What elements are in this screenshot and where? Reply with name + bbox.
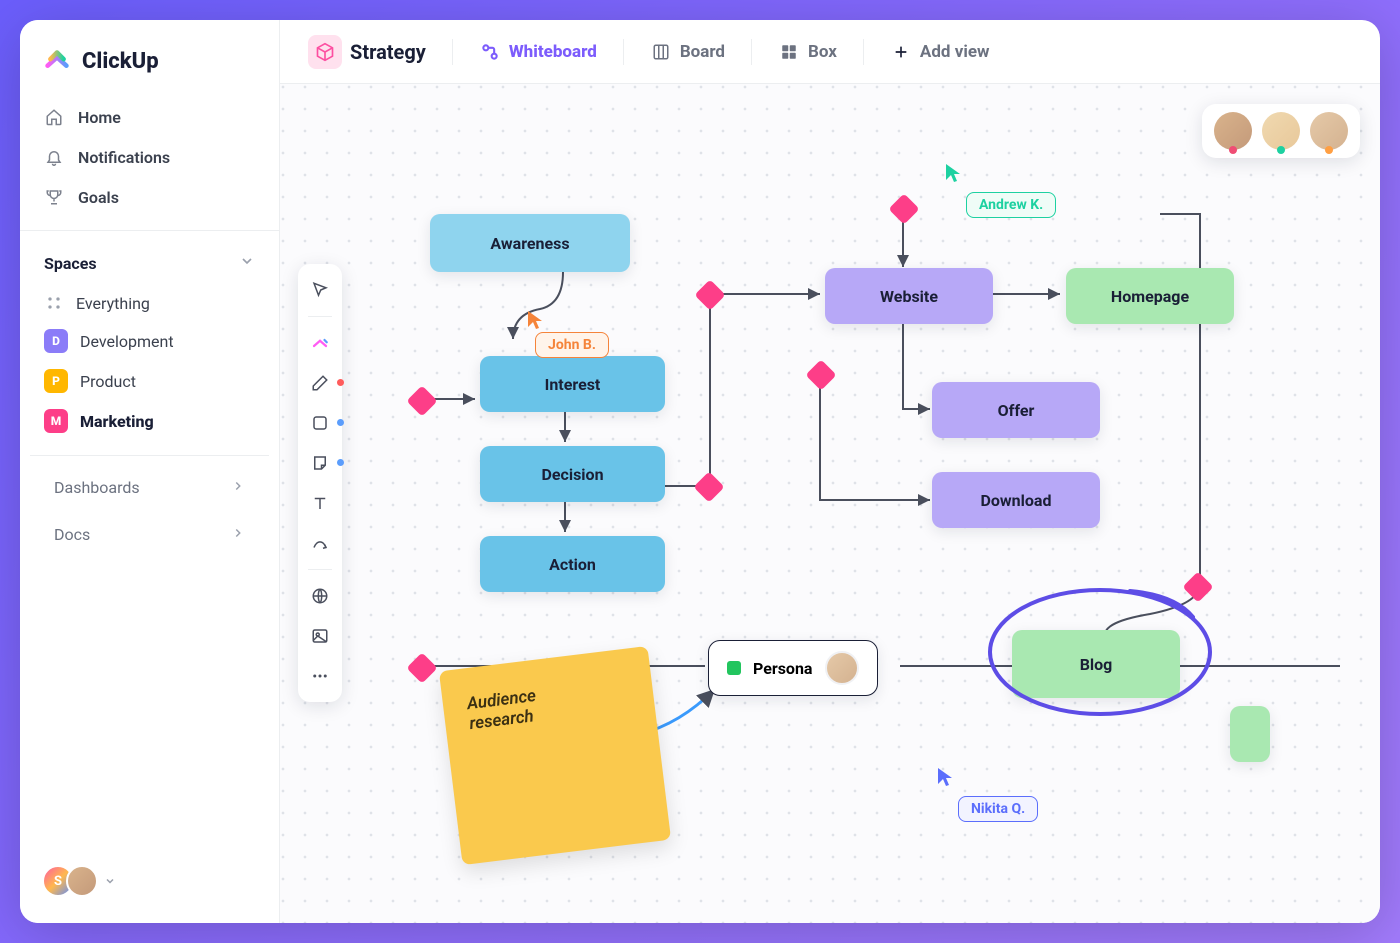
board-icon <box>650 41 672 63</box>
space-badge-d: D <box>44 329 68 353</box>
space-marketing[interactable]: M Marketing <box>30 401 269 441</box>
clickup-logo-icon <box>42 46 72 76</box>
cursor-label-andrew: Andrew K. <box>966 192 1056 218</box>
chevron-down-icon <box>104 872 116 891</box>
plus-icon <box>890 41 912 63</box>
nav-docs-label: Docs <box>54 525 90 544</box>
chevron-down-icon <box>239 253 255 273</box>
nav-goals[interactable]: Goals <box>30 178 269 216</box>
cursor-icon <box>944 162 962 184</box>
tool-text[interactable] <box>302 485 338 521</box>
tool-connector[interactable] <box>302 525 338 561</box>
cursor-label-nikita: Nikita Q. <box>958 796 1038 822</box>
spaces-title: Spaces <box>44 254 97 273</box>
home-icon <box>44 107 64 127</box>
tab-box[interactable]: Box <box>774 35 841 69</box>
tool-image[interactable] <box>302 618 338 654</box>
separator <box>751 39 752 65</box>
tool-shape[interactable] <box>302 405 338 441</box>
space-selector[interactable]: Strategy <box>304 29 430 75</box>
nav-notifications[interactable]: Notifications <box>30 138 269 176</box>
nav-dashboards-label: Dashboards <box>54 478 140 497</box>
user-avatar-secondary <box>66 865 98 897</box>
sticky-note[interactable]: Audience research <box>439 646 671 865</box>
node-partial-green[interactable] <box>1230 706 1270 762</box>
nav-dashboards[interactable]: Dashboards <box>30 464 269 511</box>
node-website[interactable]: Website <box>825 268 993 324</box>
node-decision[interactable]: Decision <box>480 446 665 502</box>
tab-board-label: Board <box>680 42 725 62</box>
primary-nav: Home Notifications Goals <box>20 98 279 231</box>
grid-dots-icon <box>44 293 64 313</box>
persona-avatar <box>825 651 859 685</box>
trophy-icon <box>44 187 64 207</box>
secondary-nav: Dashboards Docs <box>30 455 269 566</box>
tool-sticky[interactable] <box>302 445 338 481</box>
nav-notifications-label: Notifications <box>78 148 170 167</box>
persona-label: Persona <box>753 659 813 678</box>
nav-goals-label: Goals <box>78 188 119 207</box>
separator <box>452 39 453 65</box>
sidebar: ClickUp Home Notifications Goals Spaces <box>20 20 280 923</box>
space-everything[interactable]: Everything <box>30 285 269 321</box>
status-square-icon <box>727 661 741 675</box>
node-action[interactable]: Action <box>480 536 665 592</box>
whiteboard-canvas[interactable]: Awareness Interest Decision Action Websi… <box>280 84 1380 923</box>
canvas-toolbar <box>298 264 342 702</box>
view-tabs: Strategy Whiteboard Board Box Add view <box>280 20 1380 84</box>
main-area: Strategy Whiteboard Board Box Add view <box>280 20 1380 923</box>
nav-home[interactable]: Home <box>30 98 269 136</box>
brand-name: ClickUp <box>82 49 159 74</box>
tab-whiteboard-label: Whiteboard <box>509 42 597 62</box>
tool-select[interactable] <box>302 272 338 308</box>
node-awareness[interactable]: Awareness <box>430 214 630 272</box>
cube-icon <box>308 35 342 69</box>
tool-more[interactable] <box>302 658 338 694</box>
tool-pen[interactable] <box>302 365 338 401</box>
tab-box-label: Box <box>808 42 837 62</box>
chevron-right-icon <box>231 525 245 544</box>
space-marketing-label: Marketing <box>80 412 154 431</box>
avatar <box>1310 112 1348 150</box>
tab-whiteboard[interactable]: Whiteboard <box>475 35 601 69</box>
space-development[interactable]: D Development <box>30 321 269 361</box>
separator <box>623 39 624 65</box>
node-homepage[interactable]: Homepage <box>1066 268 1234 324</box>
space-badge-m: M <box>44 409 68 433</box>
whiteboard-icon <box>479 41 501 63</box>
nav-docs[interactable]: Docs <box>30 511 269 558</box>
avatar <box>1214 112 1252 150</box>
nav-home-label: Home <box>78 108 121 127</box>
space-product-label: Product <box>80 372 136 391</box>
tool-web[interactable] <box>302 578 338 614</box>
cursor-label-john: John B. <box>535 332 609 358</box>
space-development-label: Development <box>80 332 174 351</box>
persona-card[interactable]: Persona <box>708 640 878 696</box>
node-offer[interactable]: Offer <box>932 382 1100 438</box>
tool-clickup-shape[interactable] <box>302 325 338 361</box>
collaborator-avatars[interactable] <box>1202 104 1360 158</box>
app-shell: ClickUp Home Notifications Goals Spaces <box>20 20 1380 923</box>
connector-lines <box>280 84 1380 923</box>
add-view-label: Add view <box>920 42 990 62</box>
brand-logo[interactable]: ClickUp <box>20 40 279 98</box>
cursor-icon <box>936 766 954 788</box>
add-view-button[interactable]: Add view <box>886 35 994 69</box>
space-everything-label: Everything <box>76 294 150 313</box>
space-name: Strategy <box>350 40 426 64</box>
avatar <box>1262 112 1300 150</box>
spaces-section: Spaces Everything D Development P Produc… <box>20 231 279 566</box>
chevron-right-icon <box>231 478 245 497</box>
bell-icon <box>44 147 64 167</box>
spaces-header[interactable]: Spaces <box>30 247 269 285</box>
cursor-icon <box>526 309 544 331</box>
box-icon <box>778 41 800 63</box>
separator <box>863 39 864 65</box>
node-interest[interactable]: Interest <box>480 356 665 412</box>
user-menu[interactable]: S <box>20 853 279 909</box>
space-product[interactable]: P Product <box>30 361 269 401</box>
tab-board[interactable]: Board <box>646 35 729 69</box>
space-badge-p: P <box>44 369 68 393</box>
node-download[interactable]: Download <box>932 472 1100 528</box>
